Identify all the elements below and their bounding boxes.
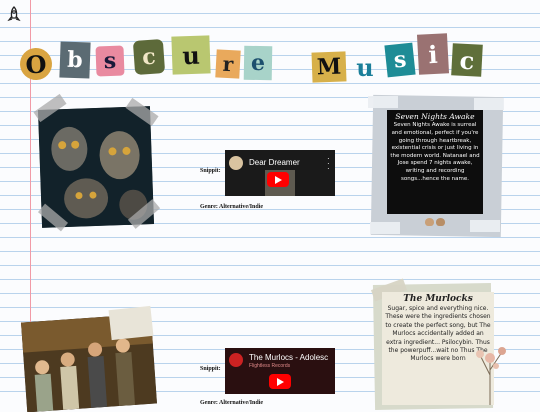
- title-letter: M: [311, 51, 347, 83]
- tape-strip: [474, 98, 504, 110]
- paper-fragment: [108, 305, 154, 341]
- youtube-embed[interactable]: Dear Dreamer · · ·: [225, 150, 335, 196]
- title-letter: e: [243, 45, 273, 81]
- play-icon[interactable]: [269, 374, 291, 389]
- title-letter: i: [416, 33, 450, 75]
- title-letter: r: [215, 49, 241, 79]
- owl-artwork: [37, 106, 155, 228]
- genre-label: Genre: Alternative/Indie: [200, 400, 264, 406]
- more-options-icon[interactable]: · · ·: [327, 155, 330, 173]
- channel-avatar: [229, 353, 243, 367]
- video-channel[interactable]: Flightless Records: [249, 363, 290, 369]
- flower-decoration: [476, 347, 506, 405]
- tape-strip: [370, 222, 400, 234]
- tape-strip: [470, 220, 500, 232]
- card-description: Seven Nights Awake is surreal and emotio…: [390, 122, 480, 182]
- description-card: Seven Nights Awake Seven Nights Awake is…: [387, 110, 483, 214]
- title-letter: c: [132, 38, 166, 76]
- decorative-shells: [425, 218, 447, 228]
- title-letter: b: [59, 41, 91, 79]
- title-letter: s: [384, 42, 416, 78]
- page-title: O b s c u r e M u s i c: [0, 33, 540, 83]
- title-letter: O: [19, 47, 53, 81]
- tape-strip: [368, 96, 398, 108]
- play-icon[interactable]: [267, 172, 289, 187]
- title-letter: u: [356, 52, 374, 82]
- card-title: Seven Nights Awake: [395, 112, 475, 121]
- card-title: The Murlocks: [403, 294, 473, 304]
- channel-avatar: [229, 156, 243, 170]
- title-letter: s: [95, 45, 125, 77]
- snippet-label: Snippit:: [200, 168, 221, 174]
- title-letter: c: [451, 43, 483, 77]
- title-letter: u: [171, 35, 211, 75]
- youtube-embed[interactable]: The Murlocs - Adolesc Flightless Records: [225, 348, 335, 394]
- genre-label: Genre: Alternative/Indie: [200, 204, 264, 210]
- video-title[interactable]: The Murlocs - Adolesc: [249, 353, 328, 362]
- snippet-label: Snippit:: [200, 366, 221, 372]
- rocket-icon[interactable]: [6, 6, 22, 24]
- video-title[interactable]: Dear Dreamer: [249, 158, 300, 167]
- album-photo-owls: [37, 106, 155, 228]
